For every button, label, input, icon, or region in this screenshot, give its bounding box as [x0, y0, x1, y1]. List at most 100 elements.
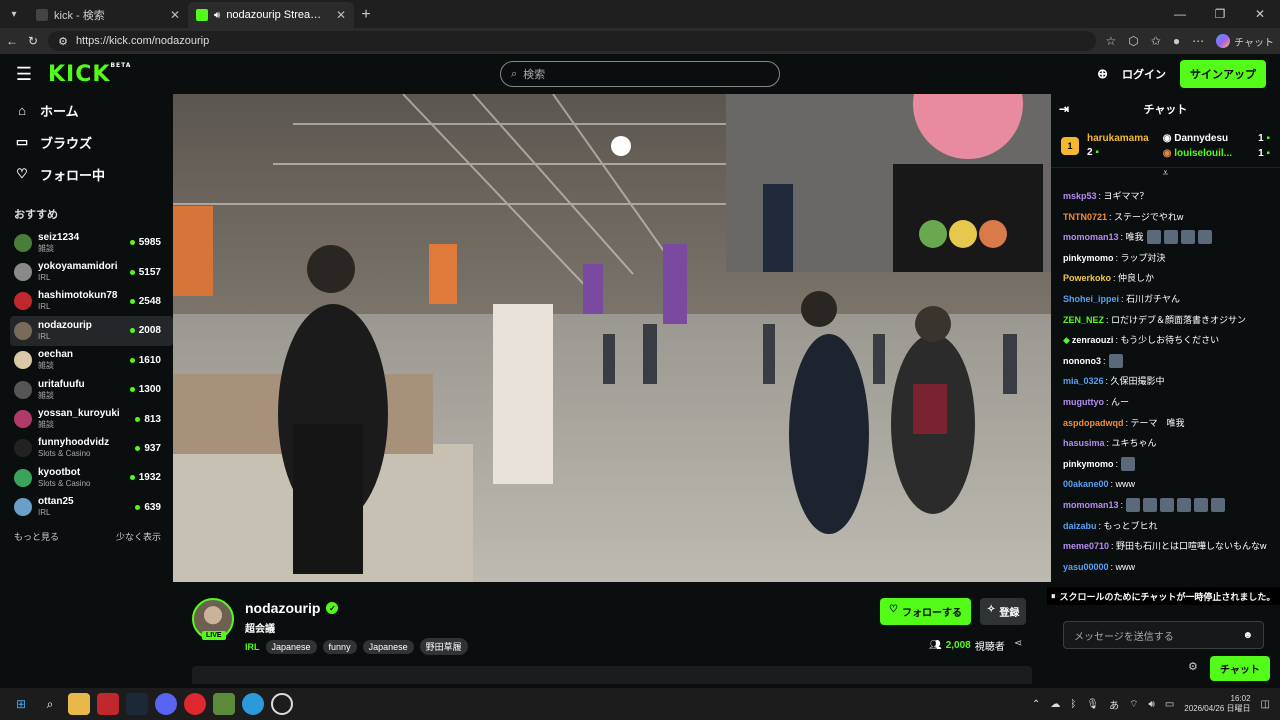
- speaker-icon[interactable]: 🔊︎: [214, 10, 220, 21]
- microphone-icon[interactable]: 🎙︎: [1086, 699, 1099, 710]
- steam-icon[interactable]: [126, 693, 148, 715]
- chat-username[interactable]: Powerkoko: [1063, 268, 1111, 289]
- tab-menu-icon[interactable]: ▾: [0, 0, 28, 28]
- sidebar-channel-uritafuufu[interactable]: uritafuufu 雑談 1300: [10, 375, 173, 404]
- volume-icon[interactable]: 🔊︎: [1149, 699, 1155, 710]
- search-input[interactable]: ⌕ 検索: [500, 61, 780, 87]
- chat-username[interactable]: mia_0326: [1063, 371, 1104, 392]
- share-icon[interactable]: ⋖: [1014, 638, 1022, 649]
- follow-button[interactable]: ♡ フォローする: [880, 598, 971, 625]
- chat-username[interactable]: yasu00000: [1063, 557, 1109, 578]
- chat-username[interactable]: mskp53: [1063, 186, 1097, 207]
- chat-username[interactable]: zenraouzi: [1072, 330, 1114, 351]
- sidebar-channel-yokoyamamidori[interactable]: yokoyamamidori IRL 5157: [10, 257, 173, 286]
- sidebar-channel-nodazourip[interactable]: nodazourip IRL 2008: [10, 316, 173, 346]
- video-player[interactable]: [173, 94, 1051, 582]
- wifi-icon[interactable]: ⌔: [1129, 698, 1138, 711]
- sidebar-channel-kyootbot[interactable]: kyootbot Slots & Casino 1932: [10, 463, 173, 492]
- chat-username[interactable]: ZEN_NEZ: [1063, 310, 1104, 331]
- sidebar-item-home[interactable]: ⌂ ホーム: [14, 94, 173, 126]
- url-bar[interactable]: ⚙ https://kick.com/nodazourip: [48, 31, 1096, 51]
- show-more-link[interactable]: もっと見る: [14, 530, 59, 543]
- chat-username[interactable]: TNTN0721: [1063, 207, 1107, 228]
- chat-username[interactable]: hasusima: [1063, 433, 1105, 454]
- expand-gifters-icon[interactable]: ⩡: [1051, 168, 1280, 180]
- signup-button[interactable]: サインアップ: [1180, 60, 1266, 88]
- bluetooth-icon[interactable]: ᛒ: [1070, 699, 1076, 710]
- sidebar-channel-oechan[interactable]: oechan 雑談 1610: [10, 346, 173, 375]
- bookmark-icon[interactable]: ☆: [1106, 34, 1117, 48]
- category-link[interactable]: IRL: [245, 642, 260, 652]
- tag-chip[interactable]: funny: [322, 639, 357, 654]
- chat-username[interactable]: momoman13: [1063, 227, 1119, 248]
- chat-username[interactable]: muguttyo: [1063, 392, 1104, 413]
- gifter-name[interactable]: harukamama: [1087, 132, 1149, 146]
- sidebar-channel-funnyhoodvidz[interactable]: funnyhoodvidz Slots & Casino 937: [10, 434, 173, 463]
- chat-paused-notice[interactable]: ⏸︎ スクロールのためにチャットが一時停止されました。: [1047, 587, 1280, 605]
- sidebar-channel-hashimotokun78[interactable]: hashimotokun78 IRL 2548: [10, 287, 173, 316]
- taskbar-search-icon[interactable]: ⌕: [39, 693, 61, 715]
- browser-tab-search[interactable]: kick - 検索 ✕: [28, 2, 188, 28]
- notification-icon[interactable]: ◫: [1261, 699, 1270, 710]
- sidebar-item-browse[interactable]: ▭ ブラウズ: [14, 126, 173, 158]
- battery-icon[interactable]: ▭: [1165, 699, 1174, 710]
- streamer-name[interactable]: nodazourip: [245, 600, 320, 616]
- gifter-name[interactable]: Dannydesu: [1174, 133, 1228, 144]
- show-less-link[interactable]: 少なく表示: [116, 530, 161, 543]
- close-tab-icon[interactable]: ✕: [170, 8, 180, 22]
- file-explorer-icon[interactable]: [68, 693, 90, 715]
- chat-settings-icon[interactable]: ⚙: [1188, 660, 1198, 673]
- gifter-name[interactable]: louiselouil...: [1174, 148, 1232, 159]
- more-icon[interactable]: ⋯: [1192, 34, 1204, 48]
- hamburger-menu-icon[interactable]: ☰: [0, 64, 48, 85]
- collapse-chat-icon[interactable]: ⇥: [1059, 102, 1069, 116]
- chat-username[interactable]: daizabu: [1063, 516, 1097, 537]
- edge-icon[interactable]: [242, 693, 264, 715]
- vivaldi-icon[interactable]: [97, 693, 119, 715]
- chat-username[interactable]: meme0710: [1063, 536, 1109, 557]
- chat-message-list[interactable]: mskp53: ヨギママ？ TNTN0721: ステージでやれw momoman13…: [1051, 180, 1280, 583]
- kick-logo[interactable]: KICKBETA: [48, 62, 131, 87]
- chat-username[interactable]: Shohei_ippei: [1063, 289, 1119, 310]
- game-app-icon[interactable]: [213, 693, 235, 715]
- tray-overflow-icon[interactable]: ⌃: [1032, 699, 1040, 710]
- new-tab-button[interactable]: +: [354, 2, 378, 28]
- minimize-icon[interactable]: —: [1160, 7, 1200, 21]
- site-info-icon[interactable]: ⚙: [58, 35, 68, 48]
- tag-chip[interactable]: Japanese: [265, 639, 317, 654]
- ime-indicator[interactable]: あ: [1109, 697, 1119, 712]
- reload-icon[interactable]: ↻: [28, 34, 38, 48]
- sidebar-channel-yossan_kuroyuki[interactable]: yossan_kuroyuki 雑談 813: [10, 404, 173, 433]
- chat-send-button[interactable]: チャット: [1210, 656, 1270, 681]
- windows-start-icon[interactable]: ⊞: [10, 693, 32, 715]
- chat-message-input[interactable]: メッセージを送信する ☻: [1063, 621, 1264, 649]
- maximize-icon[interactable]: ❐: [1200, 7, 1240, 21]
- sidebar-channel-ottan25[interactable]: ottan25 IRL 639: [10, 493, 173, 522]
- discord-icon[interactable]: [155, 693, 177, 715]
- tray-app-icon[interactable]: ☁: [1050, 699, 1060, 710]
- sidebar-item-following[interactable]: ♡ フォロー中: [14, 158, 173, 190]
- favorites-icon[interactable]: ✩: [1151, 34, 1161, 48]
- clock[interactable]: 16:02 2026/04/26 日曜日: [1184, 694, 1250, 714]
- extension-icon[interactable]: ⬡: [1128, 34, 1138, 48]
- tag-chip[interactable]: 野田草履: [419, 638, 468, 655]
- chat-username[interactable]: aspdopadwqd: [1063, 413, 1124, 434]
- chat-username[interactable]: momoman13: [1063, 495, 1119, 516]
- copilot-button[interactable]: チャット: [1216, 34, 1274, 49]
- chat-username[interactable]: pinkymomo: [1063, 454, 1114, 475]
- close-window-icon[interactable]: ✕: [1240, 7, 1280, 21]
- chat-username[interactable]: pinkymomo: [1063, 248, 1114, 269]
- app-icon[interactable]: [271, 693, 293, 715]
- opera-icon[interactable]: [184, 693, 206, 715]
- login-button[interactable]: ログイン: [1122, 66, 1166, 82]
- chat-username[interactable]: nonono3: [1063, 351, 1101, 372]
- tag-chip[interactable]: Japanese: [362, 639, 414, 654]
- subscribe-button[interactable]: ✧ 登録: [980, 598, 1027, 625]
- emoji-icon[interactable]: ☻: [1242, 630, 1253, 641]
- profile-icon[interactable]: ●: [1173, 34, 1180, 48]
- close-tab-icon[interactable]: ✕: [336, 8, 346, 22]
- language-globe-icon[interactable]: ⊕: [1097, 66, 1108, 82]
- sidebar-channel-seiz1234[interactable]: seiz1234 雑談 5985: [10, 228, 173, 257]
- chat-username[interactable]: 00akane00: [1063, 474, 1109, 495]
- browser-tab-active[interactable]: 🔊︎ nodazourip Stream - Watch Live on Kic…: [188, 2, 354, 28]
